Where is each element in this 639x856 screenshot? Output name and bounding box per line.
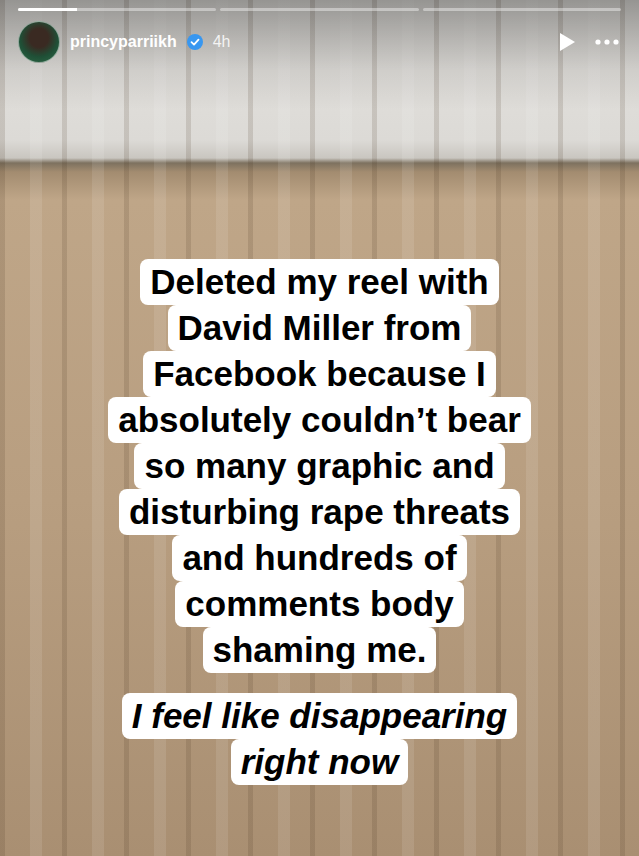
story-header: princyparriikh 4h: [0, 11, 639, 63]
progress-segment: [220, 8, 418, 11]
sticker-line: so many graphic and: [134, 443, 504, 489]
more-button[interactable]: [591, 35, 623, 49]
sticker-line: Deleted my reel with: [140, 259, 498, 305]
sticker-line: I feel like disappearing: [122, 693, 517, 739]
progress-bar: [0, 0, 639, 11]
verified-icon: [187, 34, 203, 50]
progress-segment: [423, 8, 621, 11]
progress-fill: [18, 8, 77, 11]
sticker-line: shaming me.: [203, 627, 437, 673]
sticker-line: right now: [231, 739, 408, 785]
avatar[interactable]: [18, 21, 60, 63]
post-time: 4h: [213, 33, 231, 51]
sticker-line: comments body: [175, 581, 463, 627]
sticker-line: Facebook because I: [143, 351, 496, 397]
sticker-area: Deleted my reel withDavid Miller fromFac…: [0, 63, 639, 785]
play-button[interactable]: [553, 27, 581, 57]
text-sticker: I feel like disappearingright now: [122, 693, 517, 785]
story-viewer: princyparriikh 4h Deleted my reel withDavi…: [0, 0, 639, 856]
progress-segment: [18, 8, 216, 11]
sticker-line: absolutely couldn’t bear: [108, 397, 531, 443]
play-icon: [557, 31, 577, 53]
sticker-line: and hundreds of: [172, 535, 466, 581]
username[interactable]: princyparriikh: [70, 33, 177, 51]
sticker-line: David Miller from: [168, 305, 472, 351]
text-sticker: Deleted my reel withDavid Miller fromFac…: [108, 259, 531, 673]
more-icon: [595, 39, 619, 45]
sticker-line: disturbing rape threats: [119, 489, 520, 535]
